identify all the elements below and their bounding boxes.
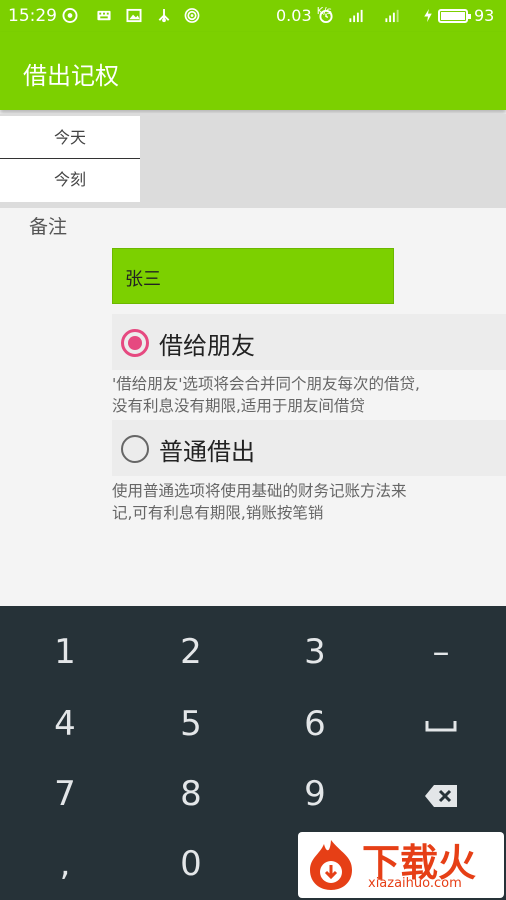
option-label: 普通借出	[159, 438, 255, 466]
radio-unchecked-icon[interactable]	[121, 435, 149, 463]
date-picker: 今天 今刻	[0, 116, 140, 202]
key-8[interactable]: 8	[128, 758, 254, 830]
alarm-icon	[318, 8, 334, 23]
wechat-icon	[62, 8, 78, 23]
option-lend-to-friend[interactable]: 借给朋友	[112, 314, 506, 370]
key-0[interactable]: 0	[128, 828, 254, 900]
charging-icon	[420, 8, 436, 23]
battery-percent: 93	[474, 6, 495, 25]
key-2[interactable]: 2	[128, 616, 254, 688]
note-input[interactable]: 张三	[112, 248, 394, 304]
keyboard-icon	[96, 8, 112, 23]
note-label: 备注	[29, 216, 68, 238]
key-6[interactable]: 6	[252, 688, 378, 760]
signal-icon	[348, 8, 364, 23]
usb-icon	[156, 8, 172, 23]
key-1[interactable]: 1	[2, 616, 128, 688]
option-description: 使用普通选项将使用基础的财务记账方法来 记,可有利息有期限,销账按笔销	[112, 482, 407, 522]
backspace-icon[interactable]	[378, 758, 504, 830]
image-icon	[126, 8, 142, 23]
note-input-value: 张三	[125, 269, 161, 290]
key-9[interactable]: 9	[252, 758, 378, 830]
date-day-selector[interactable]: 今天	[0, 120, 140, 156]
page-title: 借出记权	[23, 62, 119, 90]
date-time-selector[interactable]: 今刻	[0, 162, 140, 198]
key-3[interactable]: 3	[252, 616, 378, 688]
option-description: '借给朋友'选项将会合并同个朋友每次的借贷, 没有利息没有期限,适用于朋友间借贷	[112, 375, 420, 415]
option-label: 借给朋友	[159, 332, 255, 360]
key-comma[interactable]: ,	[2, 828, 128, 900]
key-4[interactable]: 4	[2, 688, 128, 760]
watermark-url: xiazaihuo.com	[368, 876, 462, 891]
status-bar: 15:29 0.03 K/s 93	[0, 0, 506, 32]
signal-4g-icon	[384, 8, 400, 23]
key-minus[interactable]: –	[378, 616, 504, 688]
flame-logo-icon	[310, 840, 352, 890]
status-time: 15:29	[8, 6, 57, 26]
hotspot-icon	[184, 8, 200, 23]
key-5[interactable]: 5	[128, 688, 254, 760]
battery-icon	[438, 9, 471, 23]
space-icon[interactable]	[378, 688, 504, 760]
app-bar: 借出记权	[0, 32, 506, 110]
option-normal-lend[interactable]: 普通借出	[112, 420, 506, 476]
radio-checked-icon[interactable]	[121, 329, 149, 357]
key-7[interactable]: 7	[2, 758, 128, 830]
picker-divider	[0, 158, 140, 159]
watermark: 下载火 xiazaihuo.com	[298, 832, 504, 898]
